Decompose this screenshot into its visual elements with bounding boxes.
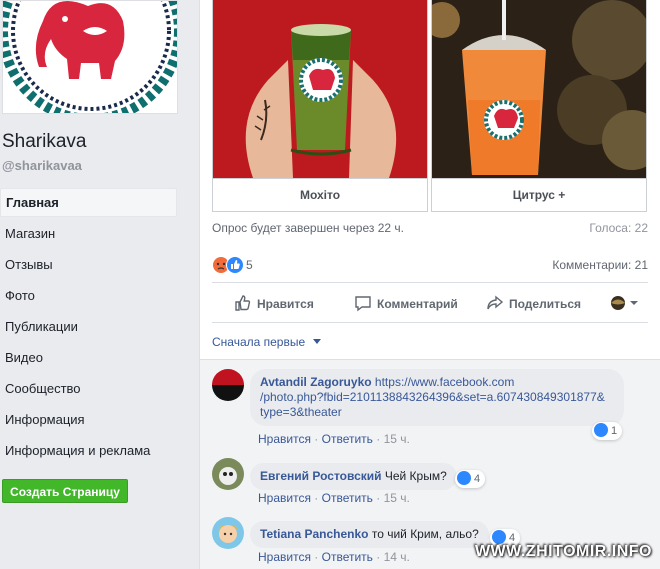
nav-item-home[interactable]: Главная [0, 188, 177, 217]
like-badge-icon [492, 530, 506, 544]
comment-like-link[interactable]: Нравится [258, 491, 311, 505]
comment-like-number: 1 [611, 425, 618, 437]
post-card: Мохіто Цитрус + Опрос будет завершен чер… [199, 0, 660, 569]
comment-author[interactable]: Avtandil Zagoruyko [260, 375, 372, 389]
comment-bubble: Tetiana Panchenko то чий Крим, альо? [250, 521, 489, 548]
separator-dot: · [314, 491, 319, 505]
avatar[interactable] [212, 458, 244, 490]
divider [212, 282, 648, 283]
nav-item-photos[interactable]: Фото [0, 281, 177, 312]
separator-dot: · [376, 550, 381, 564]
separator-dot: · [314, 432, 319, 446]
comment-time[interactable]: 15 ч. [384, 432, 410, 446]
poll-option-mojito[interactable]: Мохіто [212, 0, 428, 212]
comment-text: то чий Крим, альо? [371, 527, 479, 541]
poll-votes-count[interactable]: Голоса: 22 [589, 221, 648, 235]
nav-item-community[interactable]: Сообщество [0, 374, 177, 405]
separator-dot: · [376, 491, 381, 505]
mojito-photo [213, 0, 427, 178]
comment-author[interactable]: Евгений Ростовский [260, 469, 382, 483]
comment-link[interactable]: type=3&theater [260, 405, 342, 419]
comment-time[interactable]: 14 ч. [384, 550, 410, 564]
site-watermark: WWW.ZHITOMIR.INFO [474, 543, 652, 560]
comment-like-count[interactable]: 4 [455, 470, 486, 488]
chevron-down-icon [312, 339, 321, 344]
nav-item-shop[interactable]: Магазин [0, 219, 177, 250]
comment-like-link[interactable]: Нравится [258, 432, 311, 446]
comment-meta: Нравится · Ответить · 15 ч. [258, 432, 410, 446]
share-icon [487, 295, 504, 310]
comment-like-link[interactable]: Нравится [258, 550, 311, 564]
comment-bubble: Евгений Ростовский Чей Крым? [250, 463, 457, 490]
nav-item-videos[interactable]: Видео [0, 343, 177, 374]
poll-option-label: Цитрус + [432, 178, 646, 211]
like-label: Нравится [257, 297, 314, 311]
thumbs-up-icon [235, 295, 251, 311]
like-reaction-icon[interactable] [226, 256, 244, 277]
nav-item-ads-info[interactable]: Информация и реклама [0, 436, 177, 467]
separator-dot: · [376, 432, 381, 446]
like-badge-icon [594, 423, 608, 437]
poll-status: Опрос будет завершен через 22 ч. Голоса:… [212, 221, 648, 235]
share-button[interactable]: Поделиться [486, 294, 581, 312]
page-name[interactable]: Sharikava [2, 131, 87, 153]
avatar[interactable] [212, 517, 244, 549]
comments-count[interactable]: Комментарии: 21 [552, 258, 648, 272]
elephant-logo-icon [3, 1, 177, 113]
like-button[interactable]: Нравится [234, 294, 314, 312]
page-profile-picture[interactable] [2, 0, 178, 114]
poll-option-citrus[interactable]: Цитрус + [431, 0, 647, 212]
nav-item-posts[interactable]: Публикации [0, 312, 177, 343]
post-actions: Нравится Комментарий Поделиться [212, 284, 648, 322]
comment-time[interactable]: 15 ч. [384, 491, 410, 505]
comment-reply-link[interactable]: Ответить [322, 432, 373, 446]
comment-sort-dropdown[interactable]: Сначала первые [212, 335, 321, 349]
citrus-photo [432, 0, 646, 178]
comment-like-count[interactable]: 1 [592, 422, 623, 440]
reactions-bar: 5 Комментарии: 21 [212, 256, 648, 274]
poll-option-label: Мохіто [213, 178, 427, 211]
page-nav: Главная Магазин Отзывы Фото Публикации В… [0, 188, 177, 467]
nav-item-about[interactable]: Информация [0, 405, 177, 436]
nav-item-reviews[interactable]: Отзывы [0, 250, 177, 281]
comment-button[interactable]: Комментарий [354, 294, 458, 312]
create-page-button[interactable]: Создать Страницу [2, 479, 128, 503]
comment-meta: Нравится · Ответить · 15 ч. [258, 491, 410, 505]
comment-link[interactable]: /photo.php?fbid=2101138843264396&set=a.6… [260, 390, 605, 404]
page-sidebar: Sharikava @sharikavaa Главная Магазин От… [0, 0, 186, 569]
profile-switch-icon [611, 296, 638, 310]
reaction-selector[interactable] [610, 294, 645, 312]
comment-label: Комментарий [377, 297, 458, 311]
avatar[interactable] [212, 369, 244, 401]
comment-like-number: 4 [474, 473, 481, 485]
comment-link[interactable]: https://www.facebook.com [375, 375, 514, 389]
comment-text: Чей Крым? [384, 469, 447, 483]
page-handle[interactable]: @sharikavaa [2, 158, 82, 173]
divider [212, 322, 648, 323]
comment-bubble: Avtandil Zagoruyko https://www.facebook.… [250, 369, 624, 426]
separator-dot: · [314, 550, 319, 564]
sort-label: Сначала первые [212, 335, 306, 349]
comment-icon [355, 296, 371, 312]
comment-meta: Нравится · Ответить · 14 ч. [258, 550, 410, 564]
comment-author[interactable]: Tetiana Panchenko [260, 527, 368, 541]
like-badge-icon [457, 471, 471, 485]
share-label: Поделиться [509, 297, 582, 311]
comment-reply-link[interactable]: Ответить [322, 491, 373, 505]
reactions-count[interactable]: 5 [246, 258, 253, 272]
poll-ends-text: Опрос будет завершен через 22 ч. [212, 221, 404, 235]
comment-reply-link[interactable]: Ответить [322, 550, 373, 564]
